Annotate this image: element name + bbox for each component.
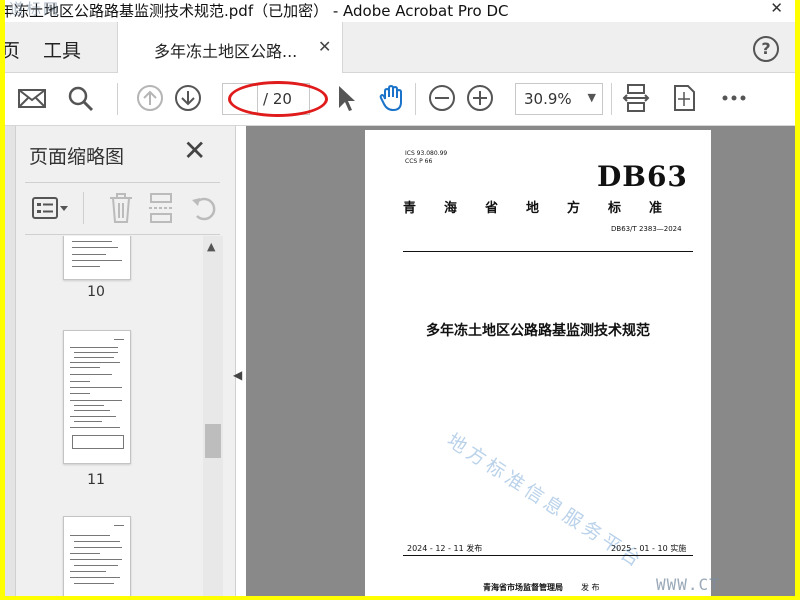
tab-close-button[interactable]: ✕ [318, 37, 331, 56]
pointer-icon[interactable] [331, 83, 361, 113]
chevron-up-icon[interactable]: ▲ [207, 240, 215, 253]
publish-date: 2024 - 12 - 11 发布 [407, 544, 483, 553]
thumbnail-scrollbar[interactable]: ▲ [203, 236, 223, 596]
title-bar: 年冻土地区公路路基监测技术规范.pdf（已加密） - Adobe Acrobat… [5, 0, 795, 22]
annotation-ellipse [228, 81, 328, 117]
pdf-page: ICS 93.080.99 CCS P 66 DB63 青海省地方标准 DB63… [365, 130, 711, 596]
divider [403, 251, 693, 252]
page-up-icon[interactable] [135, 83, 165, 113]
thumbnail-page-11[interactable] [63, 330, 131, 464]
tab-tools[interactable]: 工具 [43, 36, 81, 63]
ics-code: ICS 93.080.99 [405, 150, 448, 157]
mail-icon[interactable] [17, 83, 47, 113]
rotate-view-icon[interactable] [669, 83, 699, 113]
divider [25, 182, 220, 183]
thumbnail-number: 10 [87, 284, 105, 300]
tab-home[interactable]: 页 [5, 36, 20, 63]
extract-page-icon[interactable] [147, 192, 175, 224]
toolbar-separator [415, 83, 416, 115]
fit-page-icon[interactable] [621, 83, 651, 113]
effective-date: 2025 - 01 - 10 实施 [611, 544, 687, 553]
issuer: 青海省市场监督管理局 [483, 583, 563, 592]
thumbnail-list: 10 11 [25, 236, 210, 596]
search-icon[interactable] [65, 83, 95, 113]
thumbnail-page-12[interactable] [63, 516, 131, 596]
page-down-icon[interactable] [173, 83, 203, 113]
divider [25, 234, 220, 235]
window-title: 年冻土地区公路路基监测技术规范.pdf（已加密） - Adobe Acrobat… [5, 2, 509, 20]
main-toolbar: / 20 30.9% ▼ [5, 73, 795, 126]
window-close-button[interactable]: ✕ [770, 0, 783, 17]
collapse-panel-icon[interactable]: ◀ [233, 368, 242, 382]
issue-label: 发 布 [581, 583, 600, 592]
toolbar-separator [611, 83, 612, 115]
document-view[interactable]: ICS 93.080.99 CCS P 66 DB63 青海省地方标准 DB63… [246, 126, 795, 596]
toolbar-separator [83, 192, 84, 224]
tab-bar: 页 工具 多年冻土地区公路... ✕ ? [5, 22, 795, 73]
tab-document[interactable]: 多年冻土地区公路... ✕ [117, 22, 343, 73]
divider [403, 555, 693, 556]
panel-title: 页面缩略图 [29, 146, 125, 168]
zoom-out-icon[interactable] [427, 83, 457, 113]
panel-toolbar [25, 184, 225, 232]
acrobat-window: 年冻土地区公路路基监测技术规范.pdf（已加密） - Adobe Acrobat… [5, 0, 795, 596]
trash-icon[interactable] [107, 192, 135, 224]
help-button[interactable]: ? [753, 36, 779, 62]
standard-code: DB63/T 2383—2024 [611, 225, 682, 233]
thumbnail-panel: 页面缩略图 ✕ 10 11 ▲ [5, 126, 236, 596]
standard-prefix: DB63 [597, 160, 688, 193]
thumbnail-page-10[interactable] [63, 236, 131, 280]
scrollbar-thumb[interactable] [205, 424, 221, 458]
options-menu-icon[interactable] [31, 194, 71, 222]
hand-icon[interactable] [377, 83, 407, 113]
panel-close-button[interactable]: ✕ [183, 136, 206, 166]
corner-watermark: WWW.CT [656, 575, 720, 594]
more-icon[interactable] [719, 83, 749, 113]
toolbar-separator [117, 83, 118, 115]
zoom-in-icon[interactable] [465, 83, 495, 113]
ccs-code: CCS P 66 [405, 158, 433, 165]
thumbnail-number: 11 [87, 472, 105, 488]
zoom-value: 30.9% [524, 90, 572, 108]
province-label: 青海省地方标准 [403, 201, 691, 216]
document-title: 多年冻土地区公路路基监测技术规范 [426, 323, 650, 339]
tab-document-label: 多年冻土地区公路... [154, 42, 298, 61]
chevron-down-icon: ▼ [587, 91, 596, 104]
zoom-select[interactable]: 30.9% ▼ [515, 83, 603, 115]
title-watermark: 道标网 [9, 0, 61, 18]
sidebar-strip [5, 126, 16, 596]
rotate-icon[interactable] [189, 192, 219, 224]
